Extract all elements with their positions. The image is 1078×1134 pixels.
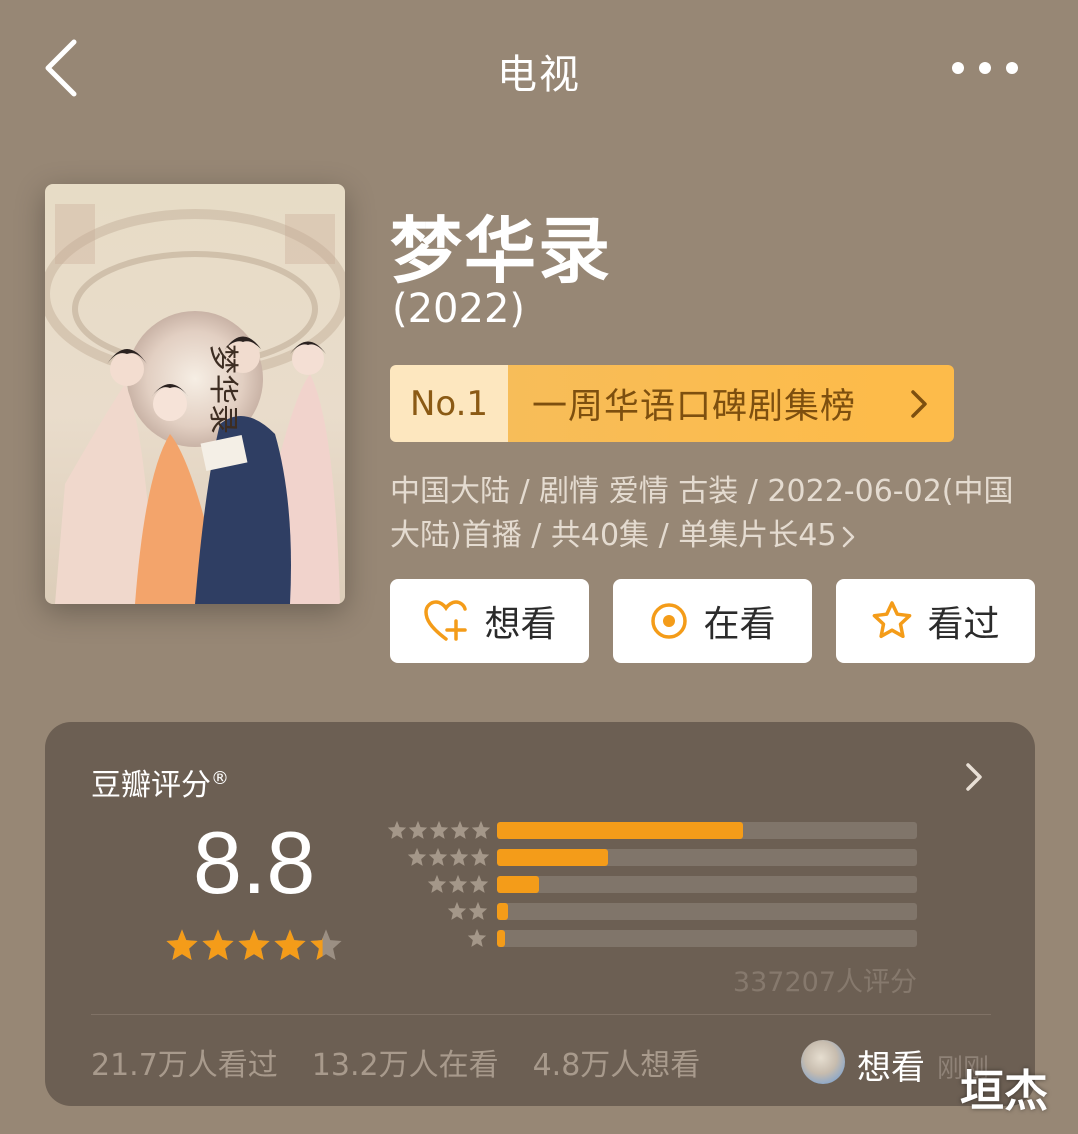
distribution-bar [497, 903, 508, 920]
raters-count: 337207人评分 [732, 967, 917, 998]
more-dots-icon [952, 62, 1018, 74]
more-button[interactable] [950, 56, 1020, 80]
show-meta-info[interactable]: 中国大陆 / 剧情 爱情 古装 / 2022-06-02(中国大陆)首播 / 共… [390, 470, 1040, 558]
star-icon [408, 820, 428, 839]
distribution-stars [427, 874, 489, 894]
rating-header: 豆瓣评分® [91, 760, 229, 804]
show-title: 梦华录 [390, 209, 613, 293]
distribution-stars [467, 928, 487, 948]
watching-count: 13.2万人在看 [311, 1048, 499, 1083]
watermark: 垣杰 [960, 1066, 1048, 1117]
distribution-track [497, 903, 917, 920]
star-icon [470, 847, 490, 866]
chevron-right-icon [966, 763, 982, 791]
distribution-track [497, 876, 917, 893]
star-icon [467, 928, 487, 947]
rank-number: No.1 [390, 365, 508, 442]
friend-action-label: 想看 [857, 1048, 925, 1088]
star-icon [310, 929, 342, 961]
show-year: (2022) [392, 286, 526, 332]
rating-detail-button[interactable] [963, 760, 987, 794]
star-icon [427, 874, 447, 893]
star-icon [447, 901, 467, 920]
distribution-bar [497, 930, 505, 947]
star-icon [468, 901, 488, 920]
distribution-stars [387, 820, 491, 840]
chevron-right-icon [843, 526, 855, 547]
heart-plus-icon [424, 600, 468, 641]
distribution-track [497, 930, 917, 947]
watching-label: 在看 [703, 604, 776, 645]
want-to-watch-button[interactable]: 想看 [390, 579, 589, 663]
watched-count: 21.7万人看过 [91, 1048, 278, 1083]
distribution-row-4-star [375, 847, 920, 867]
registered-mark: ® [211, 768, 229, 789]
distribution-bar [497, 876, 539, 893]
distribution-track [497, 849, 917, 866]
card-divider [91, 1014, 991, 1015]
watching-button[interactable]: 在看 [613, 579, 812, 663]
distribution-row-2-star [375, 901, 920, 921]
watch-stats: 21.7万人看过 13.2万人在看 4.8万人想看 [91, 1040, 700, 1084]
friend-avatar[interactable] [801, 1040, 845, 1084]
star-icon [449, 847, 469, 866]
ranking-banner[interactable]: No.1 一周华语口碑剧集榜 [390, 365, 954, 442]
rank-label: 一周华语口碑剧集榜 [508, 365, 884, 442]
star-icon [238, 929, 270, 961]
star-icon [448, 874, 468, 893]
want-to-watch-label: 想看 [484, 604, 557, 645]
star-outline-icon [873, 601, 912, 639]
rating-score: 8.8 [193, 813, 316, 912]
rating-header-label: 豆瓣评分 [91, 768, 211, 803]
rating-stars [165, 928, 343, 962]
distribution-bar [497, 822, 743, 839]
star-icon [202, 929, 234, 961]
poster-image[interactable]: 梦华录 [45, 184, 345, 604]
star-icon [407, 847, 427, 866]
poster-title-text: 梦华录 [205, 344, 240, 434]
star-icon [166, 929, 198, 961]
star-icon [274, 929, 306, 961]
action-buttons: 想看 在看 看过 [390, 579, 1035, 663]
distribution-stars [407, 847, 490, 867]
watched-button[interactable]: 看过 [836, 579, 1035, 663]
star-icon [450, 820, 470, 839]
star-icon [469, 874, 489, 893]
page-title: 电视 [497, 52, 581, 98]
target-circle-icon [651, 603, 688, 639]
watched-label: 看过 [927, 604, 1000, 645]
chevron-right-icon [911, 389, 927, 418]
star-icon [471, 820, 491, 839]
poster-artwork: 梦华录 [45, 184, 345, 604]
distribution-bar [497, 849, 609, 866]
star-icon [387, 820, 407, 839]
distribution-row-3-star [375, 874, 920, 894]
douban-rating-card[interactable]: 豆瓣评分® 8.8 337207人评分 21.7万人看过 13.2万人在看 4.… [45, 722, 1035, 1106]
distribution-row-1-star [375, 928, 920, 948]
want-count: 4.8万人想看 [532, 1048, 701, 1083]
distribution-row-5-star [375, 820, 920, 840]
meta-text: 中国大陆 / 剧情 爱情 古装 / 2022-06-02(中国大陆)首播 / 共… [390, 474, 1014, 553]
top-nav-bar: 电视 [0, 0, 1078, 135]
star-icon [429, 820, 449, 839]
star-icon [428, 847, 448, 866]
distribution-track [497, 822, 917, 839]
distribution-stars [447, 901, 488, 921]
